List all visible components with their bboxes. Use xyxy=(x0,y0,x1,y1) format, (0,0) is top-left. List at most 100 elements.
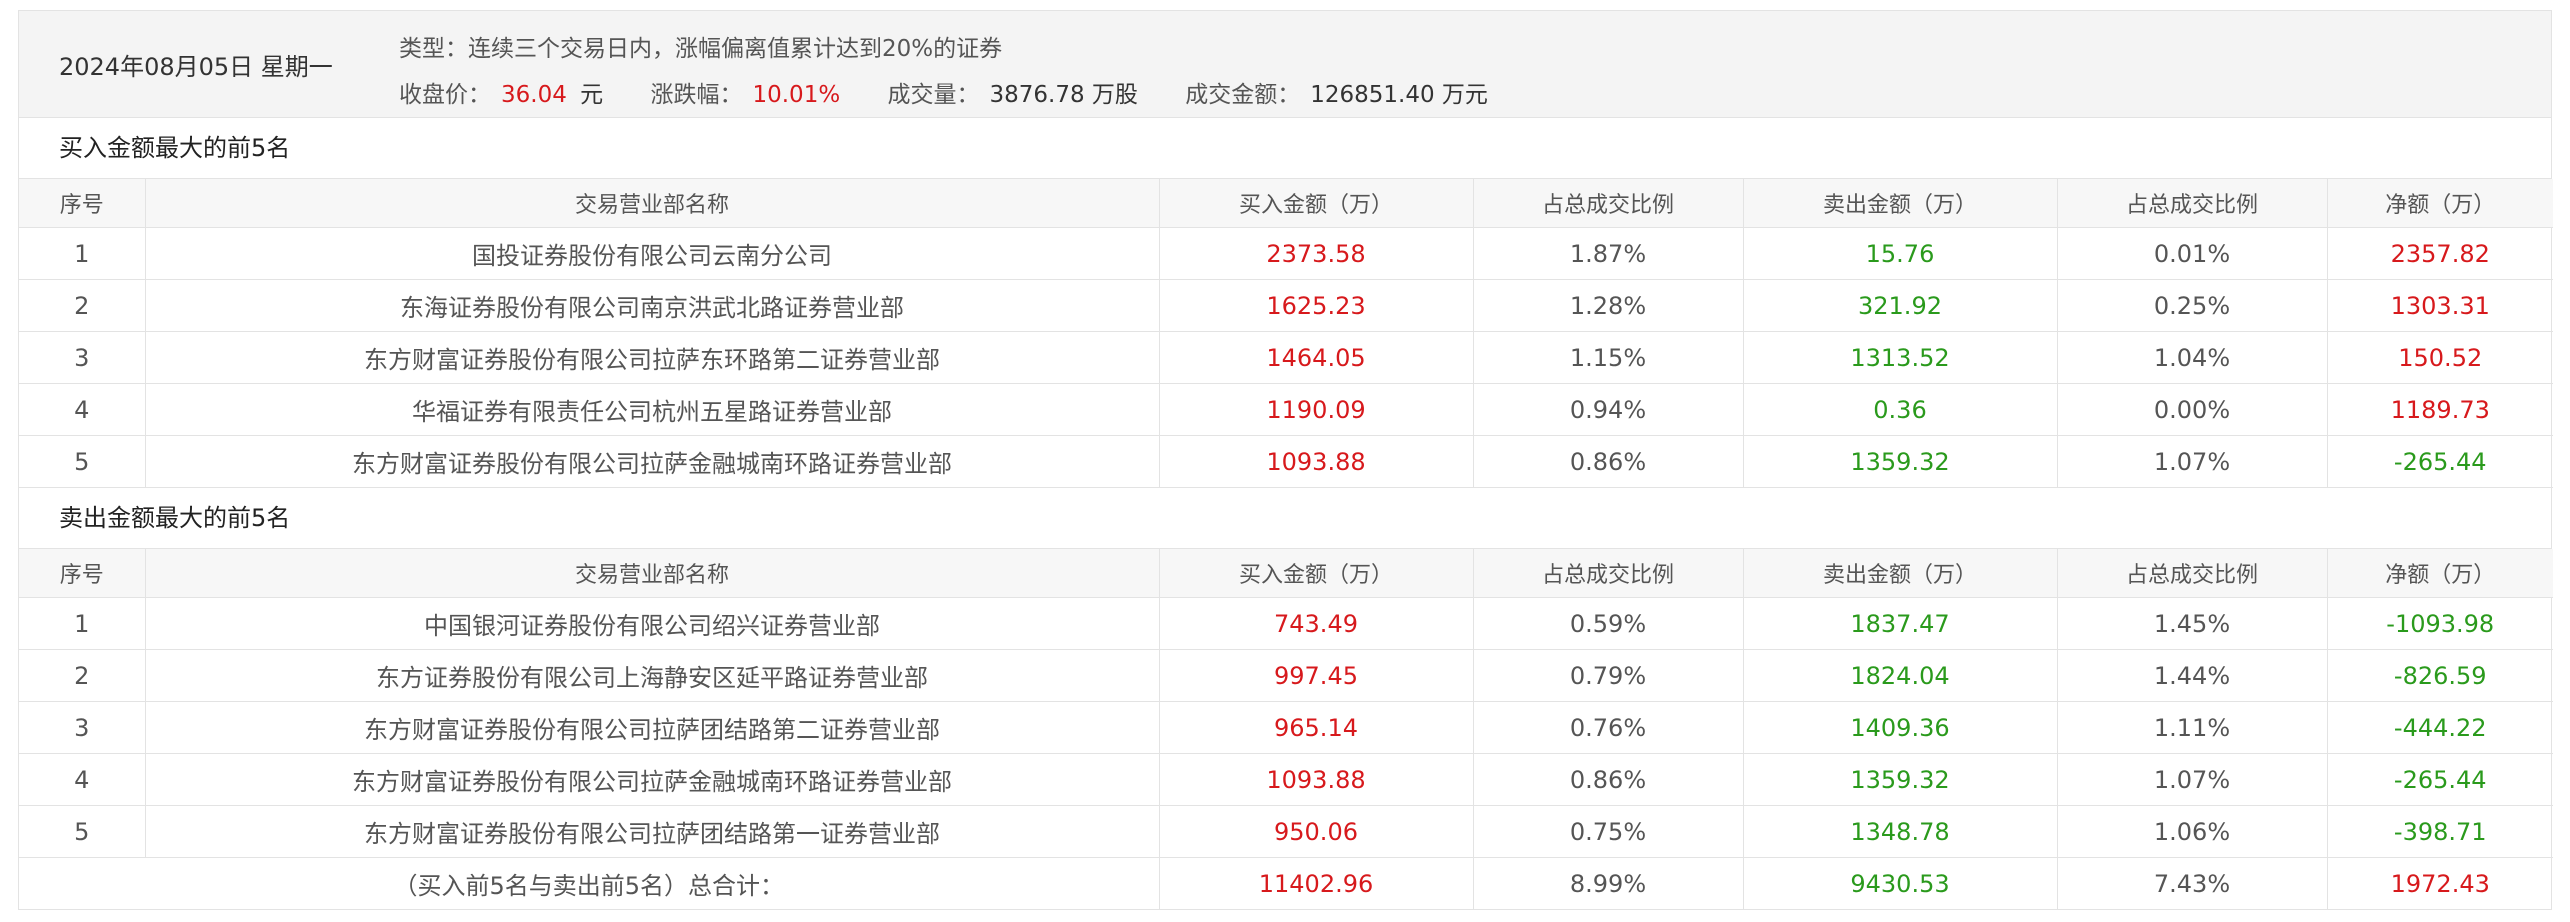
table-row: 3 东方财富证券股份有限公司拉萨团结路第二证券营业部 965.14 0.76% … xyxy=(19,701,2553,754)
row-no: 5 xyxy=(19,805,146,858)
buy-pct: 0.76% xyxy=(1473,701,1744,754)
table-row: 4 华福证券有限责任公司杭州五星路证券营业部 1190.09 0.94% 0.3… xyxy=(19,383,2553,436)
row-no: 3 xyxy=(19,701,146,754)
sell-amount: 0.36 xyxy=(1743,383,2058,436)
net-amount: -826.59 xyxy=(2327,649,2553,702)
net-amount: -265.44 xyxy=(2327,753,2553,806)
col-header-sell-pct: 占总成交比例 xyxy=(2057,549,2328,598)
total-sell-pct: 7.43% xyxy=(2057,857,2328,909)
amount-stat: 成交金额： 126851.40 万元 xyxy=(1185,75,1488,109)
table-row: 2 东方证券股份有限公司上海静安区延平路证券营业部 997.45 0.79% 1… xyxy=(19,649,2553,702)
row-no: 2 xyxy=(19,649,146,702)
net-amount: -444.22 xyxy=(2327,701,2553,754)
buy-section-title: 买入金额最大的前5名 xyxy=(19,118,2551,179)
close-price-value: 36.04 xyxy=(501,82,567,108)
col-header-sell: 卖出金额（万） xyxy=(1743,549,2058,598)
buy-pct: 0.94% xyxy=(1473,383,1744,436)
buy-amount: 965.14 xyxy=(1159,701,1474,754)
buy-pct: 1.87% xyxy=(1473,227,1744,280)
sell-section-title: 卖出金额最大的前5名 xyxy=(19,488,2551,549)
buy-amount: 2373.58 xyxy=(1159,227,1474,280)
trade-date: 2024年08月05日 星期一 xyxy=(59,53,333,81)
net-amount: -265.44 xyxy=(2327,435,2553,488)
total-label: （买入前5名与卖出前5名）总合计： xyxy=(19,857,1160,909)
sell-amount: 1313.52 xyxy=(1743,331,2058,384)
stock-stats: 收盘价： 36.04 元 涨跌幅： 10.01% 成交量： 3876.78 万股 成交… xyxy=(399,75,1528,109)
sell-top5-table: 序号 交易营业部名称 买入金额（万） 占总成交比例 卖出金额（万） 占总成交比例… xyxy=(19,549,2553,909)
total-row: （买入前5名与卖出前5名）总合计： 11402.96 8.99% 9430.53… xyxy=(19,857,2553,909)
net-amount: 1189.73 xyxy=(2327,383,2553,436)
row-no: 4 xyxy=(19,383,146,436)
total-buy-pct: 8.99% xyxy=(1473,857,1744,909)
sell-pct: 0.01% xyxy=(2057,227,2328,280)
buy-pct: 0.86% xyxy=(1473,435,1744,488)
col-header-net: 净额（万） xyxy=(2327,549,2553,598)
net-amount: -398.71 xyxy=(2327,805,2553,858)
col-header-buy: 买入金额（万） xyxy=(1159,549,1474,598)
close-price-unit: 元 xyxy=(580,82,604,108)
broker-name: 东海证券股份有限公司南京洪武北路证券营业部 xyxy=(145,279,1160,332)
sell-amount: 1837.47 xyxy=(1743,597,2058,650)
broker-name: 国投证券股份有限公司云南分公司 xyxy=(145,227,1160,280)
buy-pct: 1.15% xyxy=(1473,331,1744,384)
change-pct-value: 10.01% xyxy=(752,82,841,108)
amount-label: 成交金额： xyxy=(1185,82,1301,108)
sell-pct: 1.11% xyxy=(2057,701,2328,754)
sell-pct: 1.45% xyxy=(2057,597,2328,650)
broker-name: 东方财富证券股份有限公司拉萨东环路第二证券营业部 xyxy=(145,331,1160,384)
buy-amount: 997.45 xyxy=(1159,649,1474,702)
sell-amount: 1359.32 xyxy=(1743,753,2058,806)
table-row: 2 东海证券股份有限公司南京洪武北路证券营业部 1625.23 1.28% 32… xyxy=(19,279,2553,332)
broker-name: 华福证券有限责任公司杭州五星路证券营业部 xyxy=(145,383,1160,436)
buy-amount: 1093.88 xyxy=(1159,753,1474,806)
col-header-net: 净额（万） xyxy=(2327,179,2553,228)
col-header-name: 交易营业部名称 xyxy=(145,549,1160,598)
broker-name: 东方证券股份有限公司上海静安区延平路证券营业部 xyxy=(145,649,1160,702)
type-value: 连续三个交易日内，涨幅偏离值累计达到20%的证券 xyxy=(468,36,1003,62)
volume-stat: 成交量： 3876.78 万股 xyxy=(888,75,1138,109)
close-price-stat: 收盘价： 36.04 元 xyxy=(399,75,603,109)
summary-header: 2024年08月05日 星期一 类型：连续三个交易日内，涨幅偏离值累计达到20%… xyxy=(19,11,2551,118)
row-no: 4 xyxy=(19,753,146,806)
total-net-amount: 1972.43 xyxy=(2390,869,2490,898)
buy-amount: 1625.23 xyxy=(1159,279,1474,332)
sell-amount: 1348.78 xyxy=(1743,805,2058,858)
col-header-sell-pct: 占总成交比例 xyxy=(2057,179,2328,228)
col-header-no: 序号 xyxy=(19,549,146,598)
table-header-row: 序号 交易营业部名称 买入金额（万） 占总成交比例 卖出金额（万） 占总成交比例… xyxy=(19,549,2553,598)
table-row: 5 东方财富证券股份有限公司拉萨团结路第一证券营业部 950.06 0.75% … xyxy=(19,805,2553,858)
sell-pct: 1.04% xyxy=(2057,331,2328,384)
buy-pct: 0.79% xyxy=(1473,649,1744,702)
buy-pct: 0.59% xyxy=(1473,597,1744,650)
buy-pct: 1.28% xyxy=(1473,279,1744,332)
row-no: 1 xyxy=(19,597,146,650)
amount-value: 126851.40 万元 xyxy=(1310,82,1488,108)
sell-amount: 321.92 xyxy=(1743,279,2058,332)
row-no: 2 xyxy=(19,279,146,332)
sell-amount: 1824.04 xyxy=(1743,649,2058,702)
table-row: 1 国投证券股份有限公司云南分公司 2373.58 1.87% 15.76 0.… xyxy=(19,227,2553,280)
sell-pct: 0.00% xyxy=(2057,383,2328,436)
sell-amount: 15.76 xyxy=(1743,227,2058,280)
buy-amount: 950.06 xyxy=(1159,805,1474,858)
sell-pct: 1.44% xyxy=(2057,649,2328,702)
total-sell-amount: 9430.53 xyxy=(1743,857,2058,909)
table-row: 1 中国银河证券股份有限公司绍兴证券营业部 743.49 0.59% 1837.… xyxy=(19,597,2553,650)
col-header-buy-pct: 占总成交比例 xyxy=(1473,549,1744,598)
list-type: 类型：连续三个交易日内，涨幅偏离值累计达到20%的证券 xyxy=(399,29,1002,63)
col-header-buy: 买入金额（万） xyxy=(1159,179,1474,228)
change-pct-stat: 涨跌幅： 10.01% xyxy=(650,75,840,109)
change-pct-label: 涨跌幅： xyxy=(650,82,743,108)
close-price-label: 收盘价： xyxy=(399,82,491,108)
col-header-buy-pct: 占总成交比例 xyxy=(1473,179,1744,228)
buy-pct: 0.75% xyxy=(1473,805,1744,858)
volume-label: 成交量： xyxy=(887,82,980,108)
col-header-no: 序号 xyxy=(19,179,146,228)
col-header-name: 交易营业部名称 xyxy=(145,179,1160,228)
sell-amount: 1409.36 xyxy=(1743,701,2058,754)
total-buy-amount: 11402.96 xyxy=(1159,857,1474,909)
lhb-panel: 2024年08月05日 星期一 类型：连续三个交易日内，涨幅偏离值累计达到20%… xyxy=(18,10,2553,910)
type-label: 类型： xyxy=(399,36,468,62)
table-header-row: 序号 交易营业部名称 买入金额（万） 占总成交比例 卖出金额（万） 占总成交比例… xyxy=(19,179,2553,228)
broker-name: 东方财富证券股份有限公司拉萨金融城南环路证券营业部 xyxy=(145,753,1160,806)
